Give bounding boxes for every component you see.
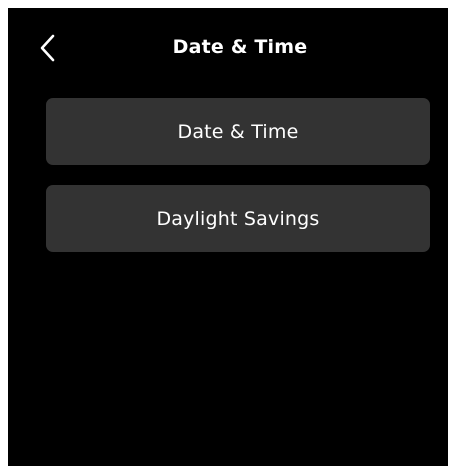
- settings-menu: Date & Time Daylight Savings: [46, 98, 430, 252]
- page-title: Date & Time: [172, 36, 308, 58]
- date-time-screen: Date & Time Date & Time Daylight Savings: [8, 8, 448, 466]
- daylight-savings-button[interactable]: Daylight Savings: [46, 185, 430, 252]
- daylight-savings-button-label: Daylight Savings: [156, 207, 320, 230]
- date-time-button[interactable]: Date & Time: [46, 98, 430, 165]
- date-time-button-label: Date & Time: [177, 120, 299, 143]
- header-bar: Date & Time: [8, 8, 448, 88]
